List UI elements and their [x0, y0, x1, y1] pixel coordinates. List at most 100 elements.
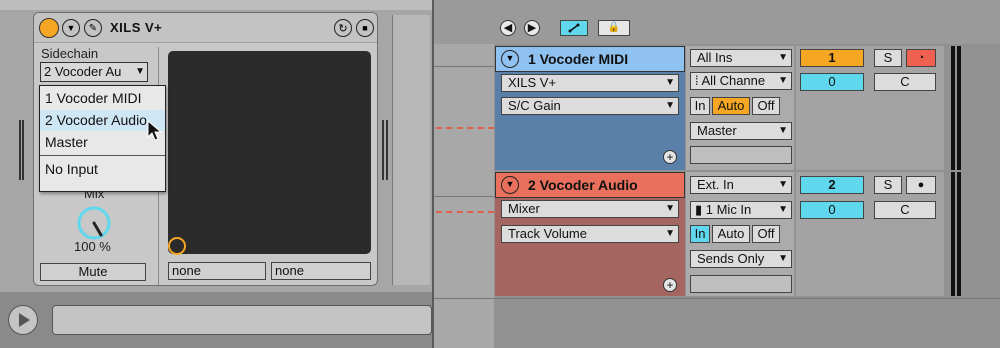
monitor-auto-button[interactable]: Auto	[712, 97, 750, 115]
chevron-down-icon: ▼	[778, 125, 788, 136]
sidechain-source-select[interactable]: 2 Vocoder Au ▼	[40, 62, 148, 82]
monitor-auto-button[interactable]: Auto	[712, 225, 750, 243]
track-2-send[interactable]: 0	[800, 201, 864, 219]
track-2-param-select[interactable]: Track Volume ▼	[501, 225, 679, 243]
chevron-down-icon: ▼	[778, 52, 788, 63]
xy-pad[interactable]	[168, 51, 371, 254]
add-icon[interactable]: +	[663, 278, 677, 292]
track-2-device-value: Mixer	[508, 201, 540, 216]
track-1-input-type-select[interactable]: All Ins ▼	[690, 49, 792, 67]
chevron-down-icon[interactable]: ▼	[501, 50, 519, 68]
track-1-output-select[interactable]: Master ▼	[690, 122, 792, 140]
chevron-down-icon[interactable]: ▼	[501, 176, 519, 194]
hot-swap-icon[interactable]: ↻	[334, 19, 352, 37]
input-channel-value: All Channe	[701, 73, 766, 88]
track-2-mixer: 2 S ● 0 C	[796, 172, 944, 296]
chevron-down-icon: ▼	[778, 179, 788, 190]
track-1-input-channel-select[interactable]: ⁞ All Channe ▼	[690, 72, 792, 90]
row-divider	[434, 196, 494, 197]
track-1-param-select[interactable]: S/C Gain ▼	[501, 97, 679, 115]
track-1-solo-button[interactable]: S	[874, 49, 902, 67]
dropdown-item[interactable]: 1 Vocoder MIDI	[40, 88, 165, 109]
track-1-pan[interactable]: C	[874, 73, 936, 91]
track-1: 1 Vocoder MIDI ▼ XILS V+ ▼ S/C Gain ▼ +	[495, 46, 685, 170]
device-power-button[interactable]	[39, 18, 59, 38]
nav-back-icon[interactable]: ◀	[500, 20, 516, 36]
audio-input-icon: ▮	[695, 202, 706, 217]
row-divider	[434, 66, 494, 67]
loop-marker	[436, 127, 494, 129]
draw-mode-button[interactable]	[560, 20, 588, 36]
row-divider	[434, 298, 1000, 299]
chevron-down-icon: ▼	[778, 75, 788, 86]
track-1-device-select[interactable]: XILS V+ ▼	[501, 74, 679, 92]
sidechain-label: Sidechain	[41, 46, 99, 61]
chevron-down-icon: ▼	[778, 204, 788, 215]
dropdown-separator	[40, 155, 165, 156]
track-1-title[interactable]: 1 Vocoder MIDI	[495, 46, 685, 72]
monitor-in-button[interactable]: In	[690, 225, 710, 243]
track-name: 2 Vocoder Audio	[528, 177, 638, 193]
track-2-input-type-select[interactable]: Ext. In ▼	[690, 176, 792, 194]
track-1-number[interactable]: 1	[800, 49, 864, 67]
plugin-device: ▼ ✎ XILS V+ ↻ ■ Sidechain 2 Vocoder Au ▼…	[33, 12, 378, 286]
monitor-off-button[interactable]: Off	[752, 225, 780, 243]
mix-knob[interactable]	[76, 205, 112, 241]
track-1-mixer: 1 S ◔ 0 C	[796, 46, 944, 170]
resize-grip[interactable]	[382, 120, 390, 180]
wrench-icon[interactable]: ✎	[84, 19, 102, 37]
device-chain-strip	[392, 15, 430, 285]
track-2-output-select[interactable]: Sends Only ▼	[690, 250, 792, 268]
mute-button[interactable]: Mute	[40, 263, 146, 281]
lock-icon[interactable]: 🔒	[598, 20, 630, 36]
loop-marker	[436, 211, 494, 213]
record-arm-icon[interactable]: ◔	[906, 49, 936, 67]
track-1-device-value: XILS V+	[508, 75, 557, 90]
track-2-pan[interactable]: C	[874, 201, 936, 219]
track-2-io: Ext. In ▼ ▮ 1 Mic In ▼ In Auto Off Sends O…	[686, 172, 794, 296]
track-2-meter	[951, 172, 955, 296]
clip-scrub-area[interactable]	[52, 305, 432, 335]
input-channel-value: 1 Mic In	[705, 202, 752, 217]
pad-x-param-select[interactable]: none	[168, 262, 266, 280]
output-value: Sends Only	[697, 251, 765, 266]
track-2-param-value: Track Volume	[508, 226, 587, 241]
device-top-strip	[0, 0, 432, 10]
play-icon[interactable]	[8, 305, 38, 335]
sidechain-source-value: 2 Vocoder Au	[44, 64, 122, 79]
mix-value: 100 %	[74, 239, 111, 254]
track-2-number[interactable]: 2	[800, 176, 864, 194]
cursor-icon	[147, 120, 163, 141]
dropdown-item[interactable]: No Input	[40, 159, 165, 180]
chevron-down-icon: ▼	[665, 100, 675, 111]
session-toolbar	[434, 0, 1000, 44]
track-2-meter	[957, 172, 961, 296]
track-2-input-channel-select[interactable]: ▮ 1 Mic In ▼	[690, 201, 792, 219]
track-1-meter	[957, 46, 961, 170]
monitor-off-button[interactable]: Off	[752, 97, 780, 115]
monitor-in-button[interactable]: In	[690, 97, 710, 115]
pad-y-param-select[interactable]: none	[271, 262, 371, 280]
track-1-io: All Ins ▼ ⁞ All Channe ▼ In Auto Off Maste…	[686, 46, 794, 170]
chevron-down-icon: ▼	[135, 66, 145, 77]
chevron-down-icon: ▼	[665, 228, 675, 239]
record-arm-icon[interactable]: ●	[906, 176, 936, 194]
xy-pad-handle[interactable]	[168, 237, 186, 255]
track-2-device-select[interactable]: Mixer ▼	[501, 200, 679, 218]
add-icon[interactable]: +	[663, 150, 677, 164]
save-preset-icon[interactable]: ■	[356, 19, 374, 37]
track-name: 1 Vocoder MIDI	[528, 51, 629, 67]
track-2-title[interactable]: 2 Vocoder Audio	[495, 172, 685, 198]
drag-grip[interactable]	[19, 120, 25, 180]
track-1-param-value: S/C Gain	[508, 98, 561, 113]
output-value: Master	[697, 123, 737, 138]
track-1-send[interactable]: 0	[800, 73, 864, 91]
plugin-title: XILS V+	[110, 20, 163, 35]
chevron-down-icon: ▼	[665, 203, 675, 214]
track-2: 2 Vocoder Audio ▼ Mixer ▼ Track Volume ▼ +	[495, 172, 685, 296]
collapse-device-button[interactable]: ▼	[62, 19, 80, 37]
track-2-output-channel	[690, 275, 792, 293]
track-1-output-channel	[690, 146, 792, 164]
track-2-solo-button[interactable]: S	[874, 176, 902, 194]
nav-forward-icon[interactable]: ▶	[524, 20, 540, 36]
